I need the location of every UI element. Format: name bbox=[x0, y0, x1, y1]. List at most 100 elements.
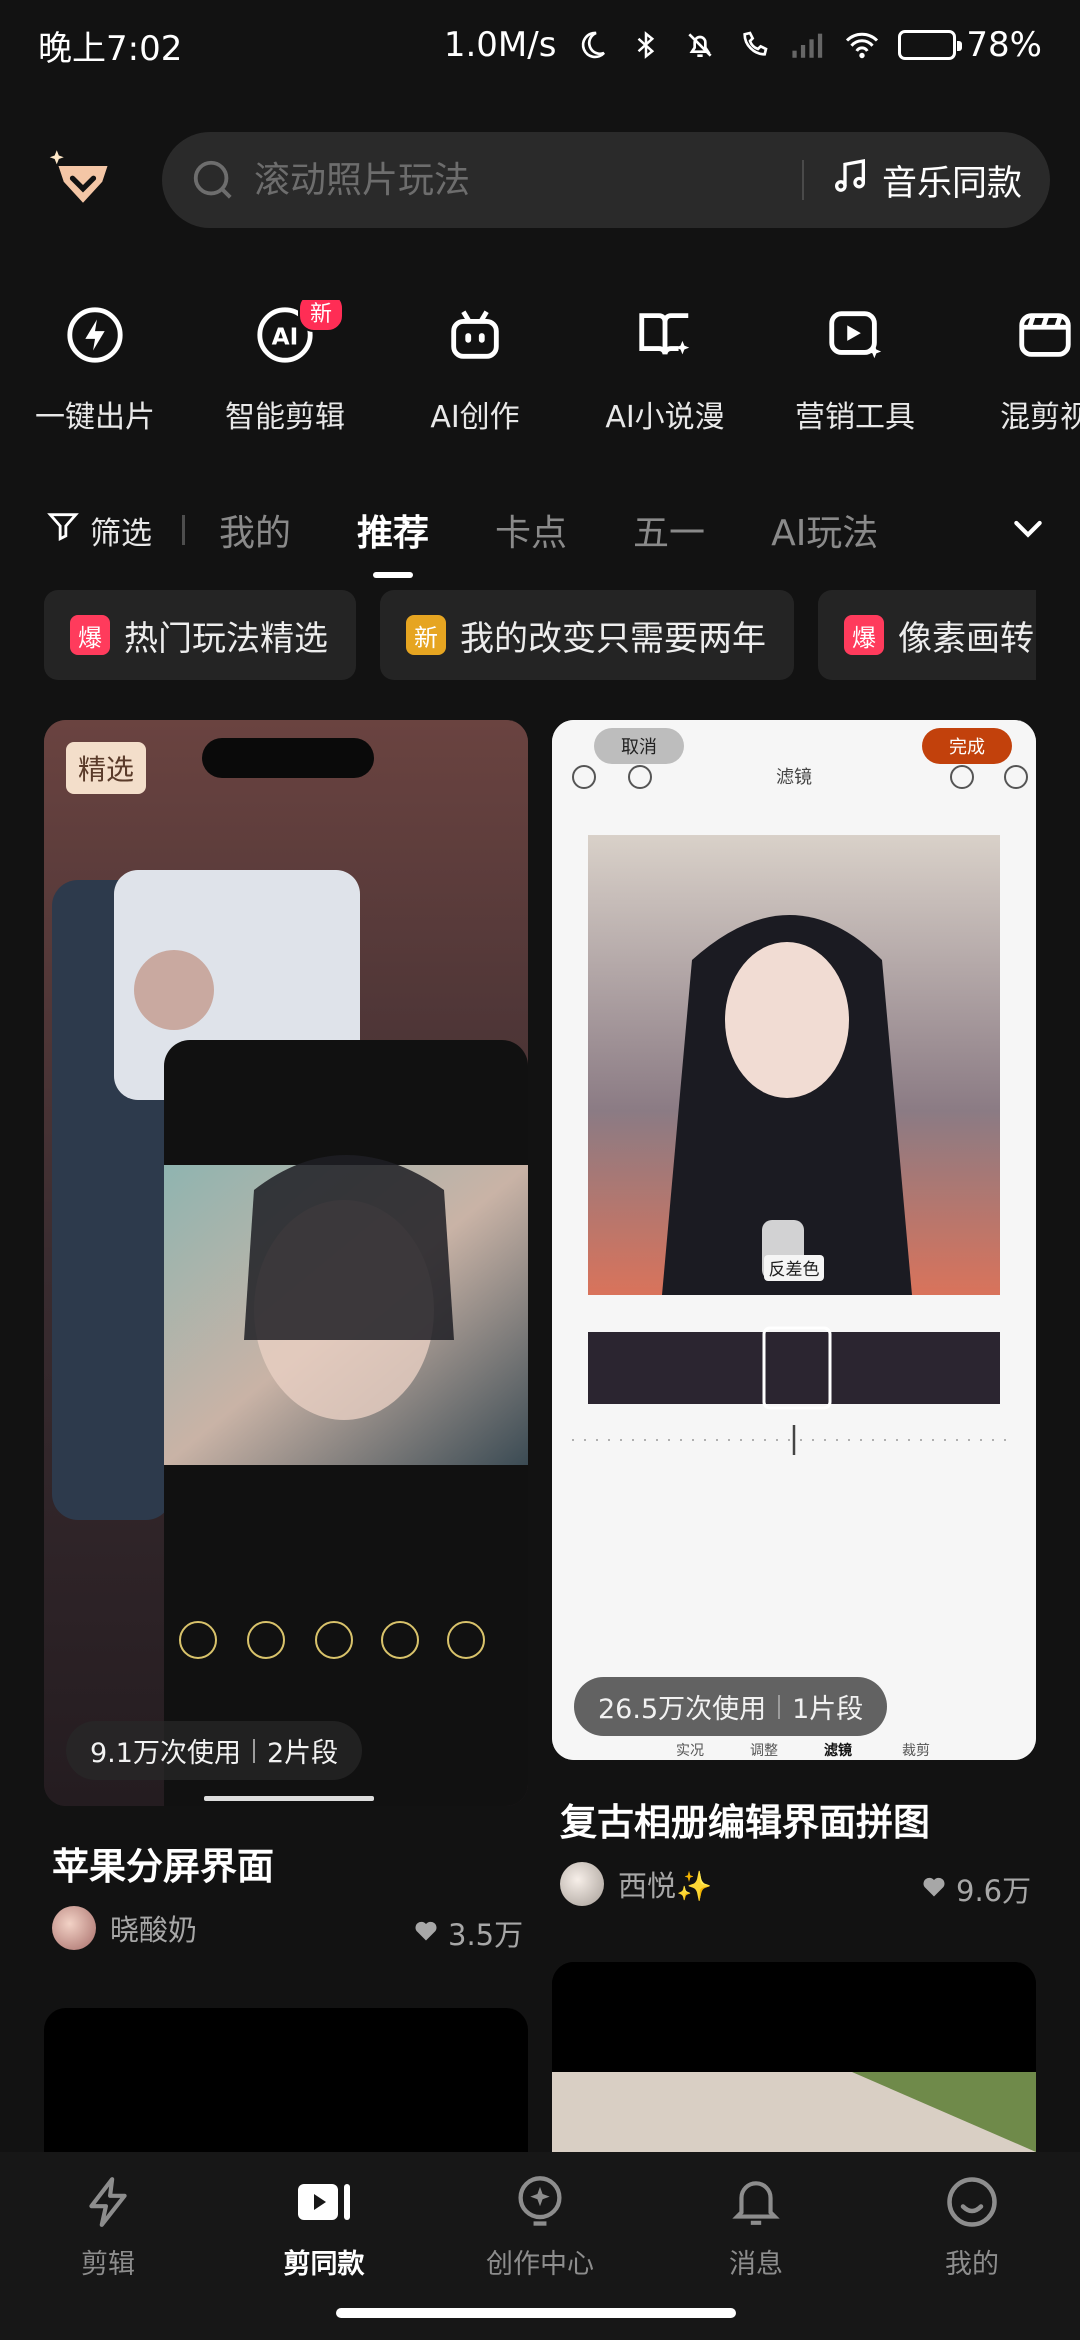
author-name: 西悦✨ bbox=[618, 1869, 713, 1903]
usage-count: 9.1万次使用 bbox=[90, 1738, 241, 1769]
search-icon bbox=[190, 157, 236, 203]
tool-label: 一键出片 bbox=[35, 400, 155, 435]
status-time: 晚上7:02 bbox=[38, 28, 183, 69]
preview-tab-crop: 裁剪 bbox=[902, 1743, 930, 1759]
quick-tools-row: 一键出片 AI 新 智能剪辑 AI创作 AI小说漫 营销工具 混剪视 bbox=[0, 300, 1080, 440]
preview-tab-filter: 滤镜 bbox=[824, 1742, 852, 1759]
likes-count[interactable]: 9.6万 bbox=[920, 1868, 1031, 1910]
music-same-label: 音乐同款 bbox=[881, 163, 1022, 204]
tool-mix-cut[interactable]: 混剪视 bbox=[950, 300, 1080, 440]
preview-cancel: 取消 bbox=[621, 737, 657, 758]
usage-divider bbox=[252, 1738, 255, 1763]
heart-icon bbox=[920, 1872, 948, 1907]
battery-indicator: 78% bbox=[898, 25, 1042, 65]
moon-icon bbox=[574, 27, 610, 63]
category-tabs: 筛选 我的 推荐 卡点 五一 AI玩法 bbox=[0, 490, 1080, 570]
likes-count[interactable]: 3.5万 bbox=[412, 1912, 523, 1954]
filter-label: 筛选 bbox=[90, 515, 152, 552]
topic-chip[interactable]: 爆 热门玩法精选 bbox=[44, 590, 356, 680]
smile-icon bbox=[942, 2172, 1002, 2232]
author-name: 晓酸奶 bbox=[110, 1913, 198, 1947]
call-forward-icon bbox=[736, 27, 772, 63]
chevron-down-icon bbox=[1008, 508, 1048, 552]
tool-marketing[interactable]: 营销工具 bbox=[760, 300, 950, 440]
svg-text:AI: AI bbox=[272, 324, 299, 351]
tab-beat[interactable]: 卡点 bbox=[495, 504, 567, 556]
tool-ai-novel[interactable]: AI小说漫 bbox=[570, 300, 760, 440]
hot-tag: 爆 bbox=[70, 615, 110, 655]
tool-label: 混剪视 bbox=[1000, 400, 1080, 435]
app-logo-icon[interactable] bbox=[40, 137, 126, 223]
tab-recommend[interactable]: 推荐 bbox=[357, 504, 429, 556]
tab-divider bbox=[182, 515, 185, 545]
chip-label: 像素画转 bbox=[898, 618, 1034, 659]
book-sparkle-icon bbox=[630, 300, 700, 370]
tool-label: AI创作 bbox=[430, 400, 520, 435]
filter-button[interactable]: 筛选 bbox=[46, 508, 152, 553]
tab-mine[interactable]: 我的 bbox=[219, 504, 291, 556]
topic-chip[interactable]: 新 我的改变只需要两年 bbox=[380, 590, 794, 680]
search-bar[interactable]: 音乐同款 bbox=[162, 132, 1050, 228]
segment-count: 1片段 bbox=[792, 1694, 864, 1725]
play-sparkle-icon bbox=[820, 300, 890, 370]
tab-may-day[interactable]: 五一 bbox=[633, 504, 705, 556]
featured-badge: 精选 bbox=[66, 742, 147, 794]
bulb-icon bbox=[510, 2172, 570, 2232]
status-bar: 晚上7:02 1.0M/s 78% bbox=[0, 0, 1080, 90]
bell-icon bbox=[726, 2172, 786, 2232]
segment-count: 2片段 bbox=[266, 1738, 339, 1769]
author-row[interactable]: 晓酸奶 bbox=[52, 1906, 197, 1950]
tab-ai-play[interactable]: AI玩法 bbox=[771, 504, 878, 556]
avatar bbox=[560, 1862, 604, 1906]
topic-chip[interactable]: 爆 像素画转 bbox=[818, 590, 1036, 680]
chip-label: 热门玩法精选 bbox=[124, 618, 328, 659]
search-input[interactable] bbox=[254, 159, 776, 201]
hot-tag: 爆 bbox=[844, 615, 884, 655]
preview-done: 完成 bbox=[949, 737, 985, 758]
avatar bbox=[52, 1906, 96, 1950]
template-thumbnail[interactable]: 取消 完成 滤镜 反差色 实况 调整 滤镜 裁剪 26.5万次使用 1片段 bbox=[552, 720, 1036, 1760]
filter-icon bbox=[46, 509, 80, 551]
nav-edit[interactable]: 剪辑 bbox=[0, 2172, 216, 2340]
heart-icon bbox=[412, 1916, 440, 1951]
preview-filter-name: 反差色 bbox=[769, 1260, 820, 1280]
usage-pill: 9.1万次使用 2片段 bbox=[66, 1721, 363, 1780]
lightning-icon bbox=[78, 2172, 138, 2232]
music-note-icon bbox=[830, 156, 870, 205]
tool-label: AI小说漫 bbox=[605, 400, 725, 435]
nav-label: 消息 bbox=[729, 2249, 783, 2280]
lightning-circle-icon bbox=[60, 300, 130, 370]
usage-count: 26.5万次使用 bbox=[598, 1694, 767, 1725]
home-indicator[interactable] bbox=[336, 2308, 736, 2318]
clapper-icon bbox=[1010, 300, 1080, 370]
tool-one-click[interactable]: 一键出片 bbox=[0, 300, 190, 440]
template-play-icon bbox=[294, 2172, 354, 2232]
network-speed: 1.0M/s bbox=[443, 25, 557, 65]
split-screen-preview-image bbox=[44, 720, 528, 1806]
photo-editor-preview-image: 取消 完成 滤镜 反差色 实况 调整 滤镜 裁剪 bbox=[552, 720, 1036, 1760]
search-divider bbox=[801, 160, 804, 200]
music-same-button[interactable]: 音乐同款 bbox=[830, 155, 1022, 206]
author-row[interactable]: 西悦✨ bbox=[560, 1862, 712, 1906]
likes-value: 3.5万 bbox=[448, 1918, 524, 1952]
tool-smart-edit[interactable]: AI 新 智能剪辑 bbox=[190, 300, 380, 440]
nav-label: 我的 bbox=[945, 2249, 999, 2280]
bluetooth-icon bbox=[628, 27, 664, 63]
tool-ai-create[interactable]: AI创作 bbox=[380, 300, 570, 440]
mute-icon bbox=[682, 27, 718, 63]
signal-icon bbox=[790, 27, 826, 63]
template-thumbnail[interactable]: 精选 9.1万次使用 2片段 bbox=[44, 720, 528, 1806]
preview-tab-adjust: 调整 bbox=[750, 1743, 778, 1759]
wifi-icon bbox=[844, 27, 880, 63]
usage-pill: 26.5万次使用 1片段 bbox=[574, 1677, 888, 1736]
template-title[interactable]: 苹果分屏界面 bbox=[52, 1836, 274, 1890]
likes-value: 9.6万 bbox=[956, 1874, 1032, 1908]
new-badge: 新 bbox=[298, 300, 345, 332]
nav-profile[interactable]: 我的 bbox=[864, 2172, 1080, 2340]
nav-label: 剪辑 bbox=[81, 2249, 135, 2280]
expand-tabs-button[interactable] bbox=[960, 490, 1080, 570]
template-title[interactable]: 复古相册编辑界面拼图 bbox=[560, 1792, 930, 1846]
tool-label: 智能剪辑 bbox=[225, 400, 345, 435]
search-row: 音乐同款 bbox=[0, 130, 1080, 230]
battery-percent: 78% bbox=[966, 25, 1042, 65]
